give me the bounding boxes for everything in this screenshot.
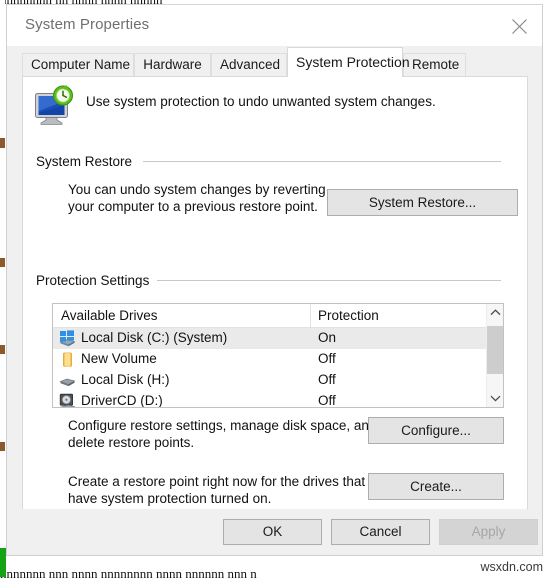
panel-description: Use system protection to undo unwanted s… <box>86 94 436 109</box>
scroll-down-button[interactable] <box>487 390 503 407</box>
column-header-protection[interactable]: Protection <box>318 308 379 323</box>
group-divider-protection-settings <box>157 280 501 281</box>
volume-folder-icon <box>59 351 76 368</box>
tab-panel-system-protection: Use system protection to undo unwanted s… <box>22 76 528 531</box>
page-left-rail <box>0 0 6 577</box>
window-title: System Properties <box>25 16 150 33</box>
group-title-protection-settings: Protection Settings <box>36 273 157 288</box>
tab-system-protection[interactable]: System Protection <box>287 47 410 77</box>
create-button[interactable]: Create... <box>368 473 504 500</box>
column-header-available-drives[interactable]: Available Drives <box>61 308 158 323</box>
cancel-button[interactable]: Cancel <box>331 519 430 545</box>
drive-name: Local Disk (C:) (System) <box>81 330 228 345</box>
system-restore-icon <box>32 85 76 127</box>
drive-protection-status: On <box>318 330 337 345</box>
available-drives-list[interactable]: Available Drives Protection Local Disk (… <box>52 303 504 408</box>
title-bar: System Properties <box>7 5 542 46</box>
system-properties-dialog: System Properties Computer Name Hardware… <box>6 4 543 556</box>
create-description-line1: Create a restore point right now for the… <box>68 474 366 489</box>
table-row[interactable]: DriverCD (D:) Off <box>53 391 488 408</box>
drive-name: Local Disk (H:) <box>81 372 170 387</box>
create-description-line2: have system protection turned on. <box>68 491 272 506</box>
list-scrollbar[interactable] <box>486 304 503 407</box>
configure-button[interactable]: Configure... <box>368 417 504 444</box>
apply-button: Apply <box>439 519 538 545</box>
drive-name: New Volume <box>81 351 157 366</box>
rail-mark <box>0 258 5 267</box>
ok-button[interactable]: OK <box>223 519 322 545</box>
table-row[interactable]: New Volume Off <box>53 349 488 370</box>
system-restore-description-line1: You can undo system changes by reverting <box>68 182 326 197</box>
drive-protection-status: Off <box>318 372 336 387</box>
system-restore-button[interactable]: System Restore... <box>327 189 518 216</box>
configure-description-line1: Configure restore settings, manage disk … <box>68 418 377 433</box>
rail-mark <box>0 345 5 354</box>
system-drive-icon <box>59 330 76 347</box>
list-column-headers: Available Drives Protection <box>53 304 503 328</box>
group-divider-system-restore <box>143 161 501 162</box>
hard-disk-icon <box>59 372 76 389</box>
watermark: wsxdn.com <box>480 560 543 574</box>
system-restore-description-line2: your computer to a previous restore poin… <box>68 199 318 214</box>
tab-hardware[interactable]: Hardware <box>134 53 211 77</box>
rail-mark <box>0 442 5 451</box>
column-divider[interactable] <box>310 304 311 328</box>
table-row[interactable]: Local Disk (H:) Off <box>53 370 488 391</box>
drive-protection-status: Off <box>318 393 336 408</box>
close-button[interactable] <box>497 5 542 46</box>
scrollbar-thumb[interactable] <box>487 326 503 374</box>
background-bottom-text: nnnnnnn nnn nnnn nnnnnnnn nnnn nnnnnn nn… <box>0 566 257 580</box>
rail-mark <box>0 138 5 148</box>
cd-drive-icon <box>59 393 76 407</box>
group-title-system-restore: System Restore <box>36 154 140 169</box>
scroll-up-button[interactable] <box>487 304 503 321</box>
tab-computer-name[interactable]: Computer Name <box>22 53 134 77</box>
tab-remote[interactable]: Remote <box>403 53 466 77</box>
drive-name: DriverCD (D:) <box>81 393 163 408</box>
tab-strip: Computer Name Hardware Advanced System P… <box>7 46 542 77</box>
table-row[interactable]: Local Disk (C:) (System) On <box>53 328 488 349</box>
dialog-button-bar: OK Cancel Apply <box>7 509 542 555</box>
drive-rows-area: Local Disk (C:) (System) On New Volume O… <box>53 328 488 408</box>
configure-description-line2: delete restore points. <box>68 435 195 450</box>
drive-protection-status: Off <box>318 351 336 366</box>
tab-advanced[interactable]: Advanced <box>211 53 287 77</box>
